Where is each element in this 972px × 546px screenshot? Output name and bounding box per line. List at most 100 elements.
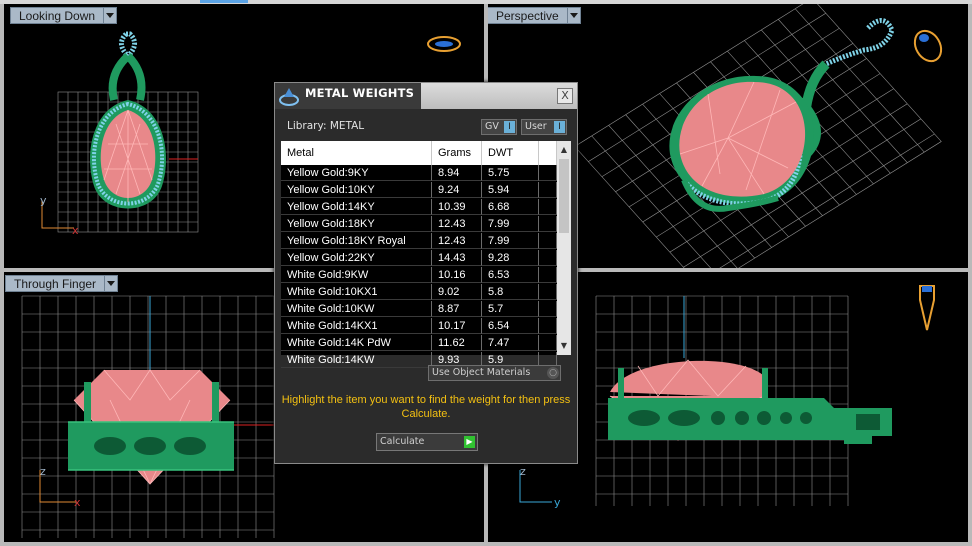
calculate-button[interactable]: Calculate ▶: [376, 433, 478, 451]
scroll-down-icon[interactable]: ▼: [557, 339, 571, 353]
metal-cell: White Gold:9KW: [281, 267, 432, 283]
metal-cell: Yellow Gold:14KY: [281, 199, 432, 215]
grams-cell: 12.43: [432, 216, 482, 232]
metal-weights-dialog: METAL WEIGHTS X Library: METAL GV I User…: [274, 82, 578, 464]
dwt-cell: 7.47: [482, 335, 539, 351]
table-row[interactable]: Yellow Gold:9KY 8.94 5.75: [281, 165, 557, 181]
table-row[interactable]: Yellow Gold:18KY Royal 12.43 7.99: [281, 233, 557, 249]
viewport-label-text[interactable]: Perspective: [488, 7, 568, 24]
table-row[interactable]: Yellow Gold:18KY 12.43 7.99: [281, 216, 557, 232]
blank-cell: [539, 284, 557, 300]
use-object-materials-button[interactable]: Use Object Materials ○: [428, 365, 561, 381]
axis-y-label: y: [554, 496, 561, 509]
dwt-cell: 5.94: [482, 182, 539, 198]
grams-cell: 14.43: [432, 250, 482, 266]
table-row[interactable]: White Gold:9KW 10.16 6.53: [281, 267, 557, 283]
table-row[interactable]: Yellow Gold:10KY 9.24 5.94: [281, 182, 557, 198]
calculate-label: Calculate: [380, 436, 425, 447]
column-header-dwt[interactable]: DWT: [482, 141, 539, 165]
metal-cell: White Gold:10KW: [281, 301, 432, 317]
blank-cell: [539, 301, 557, 317]
user-toggle[interactable]: User I: [521, 119, 567, 135]
active-tab-indicator: [200, 0, 248, 3]
table-header: Metal Grams DWT: [281, 141, 557, 165]
blank-cell: [539, 182, 557, 198]
viewport-label[interactable]: Looking Down: [10, 7, 118, 24]
ring-view-icon[interactable]: [910, 26, 947, 66]
gv-toggle[interactable]: GV I: [481, 119, 517, 135]
metal-cell: Yellow Gold:18KY: [281, 216, 432, 232]
axis-x-label: x: [72, 224, 79, 237]
dwt-cell: 6.54: [482, 318, 539, 334]
blank-cell: [539, 233, 557, 249]
metal-cell: White Gold:10KX1: [281, 284, 432, 300]
blank-cell: [539, 335, 557, 351]
axis-y-label: y: [40, 194, 47, 207]
viewport-label[interactable]: Perspective: [488, 7, 581, 24]
metal-cell: Yellow Gold:10KY: [281, 182, 432, 198]
metal-cell: White Gold:14K PdW: [281, 335, 432, 351]
grams-cell: 10.16: [432, 267, 482, 283]
table-row[interactable]: White Gold:10KX1 9.02 5.8: [281, 284, 557, 300]
grams-cell: 9.02: [432, 284, 482, 300]
blank-cell: [539, 216, 557, 232]
grams-cell: 11.62: [432, 335, 482, 351]
table-row[interactable]: White Gold:14K PdW 11.62 7.47: [281, 335, 557, 351]
column-header-grams[interactable]: Grams: [432, 141, 482, 165]
table-row[interactable]: Yellow Gold:22KY 14.43 9.28: [281, 250, 557, 266]
blank-cell: [539, 318, 557, 334]
column-header-metal[interactable]: Metal: [281, 141, 432, 165]
metal-cell: White Gold:14KX1: [281, 318, 432, 334]
dwt-cell: 6.53: [482, 267, 539, 283]
axis-x-label: x: [74, 496, 81, 509]
metal-cell: White Gold:14KW: [281, 352, 432, 368]
dialog-title: METAL WEIGHTS: [305, 86, 415, 100]
chevron-down-icon[interactable]: [567, 7, 581, 24]
metal-cell: Yellow Gold:18KY Royal: [281, 233, 432, 249]
metal-table[interactable]: Metal Grams DWT Yellow Gold:9KY 8.94 5.75 Y…: [281, 141, 571, 368]
dwt-cell: 5.7: [482, 301, 539, 317]
blank-cell: [539, 267, 557, 283]
viewport-label[interactable]: Through Finger: [5, 275, 119, 292]
table-scrollbar[interactable]: ▲ ▼: [557, 141, 571, 355]
close-icon[interactable]: X: [557, 88, 573, 104]
ring-view-icon[interactable]: [427, 36, 461, 52]
toggle-indicator-icon: ○: [547, 367, 559, 379]
grams-cell: 10.39: [432, 199, 482, 215]
axis-z-label: z: [520, 465, 526, 478]
viewport-label-text[interactable]: Looking Down: [10, 7, 105, 24]
dwt-cell: 9.28: [482, 250, 539, 266]
library-label: Library: METAL: [287, 120, 365, 132]
toggle-indicator-icon: I: [504, 121, 515, 133]
blank-cell: [539, 165, 557, 181]
dwt-cell: 5.8: [482, 284, 539, 300]
dwt-cell: 7.99: [482, 233, 539, 249]
grams-cell: 10.17: [432, 318, 482, 334]
blank-cell: [539, 250, 557, 266]
dwt-cell: 7.99: [482, 216, 539, 232]
grams-cell: 8.94: [432, 165, 482, 181]
play-icon: ▶: [464, 436, 475, 448]
table-row[interactable]: Yellow Gold:14KY 10.39 6.68: [281, 199, 557, 215]
table-row[interactable]: White Gold:10KW 8.87 5.7: [281, 301, 557, 317]
metal-cell: Yellow Gold:22KY: [281, 250, 432, 266]
toggle-indicator-icon: I: [554, 121, 565, 133]
grams-cell: 8.87: [432, 301, 482, 317]
user-toggle-label: User: [525, 121, 547, 132]
dialog-titlebar[interactable]: METAL WEIGHTS X: [275, 83, 577, 109]
chevron-down-icon[interactable]: [104, 7, 118, 24]
viewport-label-text[interactable]: Through Finger: [5, 275, 106, 292]
scroll-up-icon[interactable]: ▲: [557, 143, 571, 157]
grams-cell: 9.24: [432, 182, 482, 198]
ring-view-icon[interactable]: [919, 285, 935, 331]
instruction-text: Highlight the item you want to find the …: [281, 394, 571, 420]
use-object-materials-label: Use Object Materials: [432, 367, 531, 378]
dwt-cell: 5.75: [482, 165, 539, 181]
table-row[interactable]: White Gold:14KX1 10.17 6.54: [281, 318, 557, 334]
chevron-down-icon[interactable]: [105, 275, 119, 292]
grams-cell: 12.43: [432, 233, 482, 249]
axis-z-label: z: [40, 465, 46, 478]
metal-cell: Yellow Gold:9KY: [281, 165, 432, 181]
gv-toggle-label: GV: [485, 121, 499, 132]
scroll-thumb[interactable]: [559, 159, 569, 233]
